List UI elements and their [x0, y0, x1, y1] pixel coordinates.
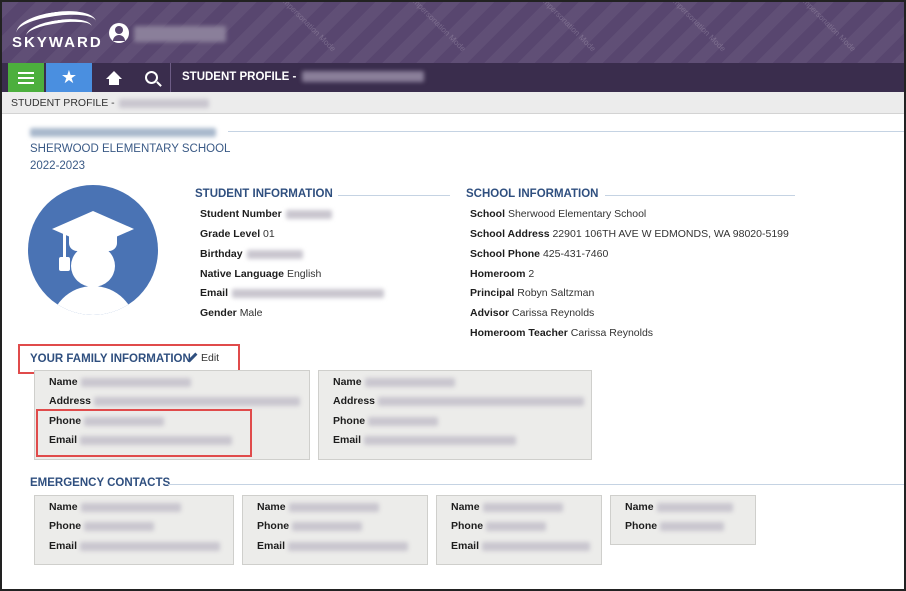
family-name-row: Name [333, 376, 455, 388]
school-row: School Sherwood Elementary School [470, 208, 647, 220]
contact-email-row: Email [451, 540, 591, 552]
contact-name-row: Name [49, 501, 181, 513]
family-info-heading: YOUR FAMILY INFORMATION [30, 353, 191, 365]
watermark: Impersonation Mode [539, 0, 598, 54]
home-button[interactable] [98, 63, 130, 92]
student-name-redacted [302, 71, 425, 83]
pencil-icon [187, 352, 198, 363]
student-info-heading: STUDENT INFORMATION [195, 188, 333, 200]
favorites-button[interactable]: ★ [46, 63, 92, 92]
contact-email-row: Email [257, 540, 409, 552]
birthday-row: Birthday [200, 248, 303, 260]
family-address-row: Address [333, 395, 585, 407]
principal-row: Principal Robyn Saltzman [470, 287, 595, 299]
watermark: Impersonation Mode [409, 0, 468, 54]
nav-bar: ★ STUDENT PROFILE - [2, 63, 904, 92]
language-row: Native Language English [200, 268, 322, 280]
hamburger-icon [18, 71, 34, 84]
app-frame: SKYWARD Impersonation Mode Impersonation… [0, 0, 906, 591]
section-rule [168, 484, 904, 485]
emergency-card-3: Name Phone Email [436, 495, 602, 565]
family-email-row: Email [333, 434, 517, 446]
school-name: SHERWOOD ELEMENTARY SCHOOL [30, 143, 231, 155]
watermark: Impersonation Mode [279, 0, 338, 54]
edit-label: Edit [201, 352, 220, 364]
user-name-redacted [134, 26, 226, 42]
student-fullname-redacted [30, 127, 216, 137]
school-info-heading: SCHOOL INFORMATION [466, 188, 599, 200]
family-name-row: Name [49, 376, 191, 388]
contact-name-row: Name [451, 501, 563, 513]
emergency-card-2: Name Phone Email [242, 495, 428, 565]
search-icon [144, 71, 158, 84]
section-rule [605, 195, 795, 196]
homeroom-row: Homeroom 2 [470, 268, 535, 280]
phone-email-highlight [36, 409, 252, 457]
star-icon: ★ [60, 67, 78, 87]
homeroom-teacher-row: Homeroom Teacher Carissa Reynolds [470, 327, 654, 339]
breadcrumb-name-redacted [118, 98, 209, 108]
emergency-card-1: Name Phone Email [34, 495, 234, 565]
watermark: Impersonation Mode [799, 0, 858, 54]
edit-family-link[interactable]: Edit [187, 352, 219, 364]
profile-content: SHERWOOD ELEMENTARY SCHOOL 2022-2023 STU… [2, 114, 904, 589]
breadcrumb-text: STUDENT PROFILE - [11, 97, 115, 109]
contact-phone-row: Phone [451, 520, 547, 532]
student-name-header [30, 126, 904, 140]
top-banner: SKYWARD Impersonation Mode Impersonation… [2, 2, 904, 63]
watermark: Impersonation Mode [669, 0, 728, 54]
school-phone-row: School Phone 425-431-7460 [470, 248, 609, 260]
student-number-row: Student Number [200, 208, 332, 220]
emergency-card-4: Name Phone [610, 495, 756, 545]
contact-phone-row: Phone [49, 520, 155, 532]
logo-text: SKYWARD [12, 34, 103, 51]
skyward-logo[interactable]: SKYWARD [12, 6, 101, 56]
school-address-row: School Address 22901 106TH AVE W EDMONDS… [470, 228, 789, 240]
search-button[interactable] [136, 63, 166, 92]
student-email-row: Email [200, 287, 385, 299]
family-phone-row: Phone [333, 415, 439, 427]
contact-email-row: Email [49, 540, 221, 552]
page-title: STUDENT PROFILE - [182, 71, 425, 83]
menu-button[interactable] [8, 63, 44, 92]
nav-divider [170, 63, 171, 92]
user-avatar-icon[interactable] [109, 23, 129, 43]
breadcrumb: STUDENT PROFILE - [2, 92, 904, 114]
grade-row: Grade Level 01 [200, 228, 275, 240]
contact-phone-row: Phone [257, 520, 363, 532]
emergency-heading: EMERGENCY CONTACTS [30, 477, 171, 489]
advisor-row: Advisor Carissa Reynolds [470, 307, 595, 319]
school-year: 2022-2023 [30, 160, 85, 172]
section-rule [338, 195, 450, 196]
gender-row: Gender Male [200, 307, 263, 319]
family-address-row: Address [49, 395, 301, 407]
contact-name-row: Name [625, 501, 733, 513]
page-title-text: STUDENT PROFILE - [182, 71, 297, 83]
family-card-2: Name Address Phone Email [318, 370, 592, 460]
contact-name-row: Name [257, 501, 379, 513]
graduate-avatar-icon [28, 185, 158, 315]
contact-phone-row: Phone [625, 520, 725, 532]
home-icon [106, 70, 122, 85]
